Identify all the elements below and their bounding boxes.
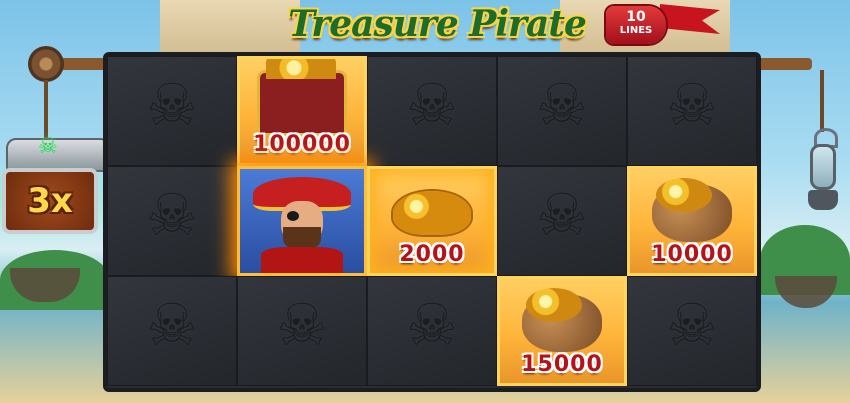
reel-cell-r1-c2: 100000 [237,56,367,166]
reel-cell-r1-c5: ☠ [627,56,757,166]
reel-cell-r3-c4: 15000 [497,276,627,386]
treasure-chest-icon [257,59,347,136]
skull-flag-icon: ☠ [666,290,718,359]
reel-cell-r2-c3: 2000 [367,166,497,276]
reel-cell-r3-c2: ☠ [237,276,367,386]
reel-cell-r1-c4: ☠ [497,56,627,166]
lines-label: LINES [619,25,653,36]
symbol-value: 2000 [399,242,465,267]
pulley-icon [28,46,64,82]
game-title: Treasure Pirate [288,3,587,45]
reel-cell-r3-c5: ☠ [627,276,757,386]
wooden-beam-right [752,58,812,70]
multiplier-display: 3x [2,168,98,234]
reel-cell-r2-c4: ☠ [497,166,627,276]
reel-cell-r1-c1: ☠ [107,56,237,166]
shipwreck-right [775,276,837,308]
reel-cell-r1-c3: ☠ [367,56,497,166]
reel-cell-r3-c3: ☠ [367,276,497,386]
skull-flag-icon: ☠ [536,180,588,249]
green-skull-icon: ☠ [38,134,58,159]
reel-cell-r2-c2 [237,166,367,276]
coin-bag-icon [652,177,732,242]
multiplier-hanger [6,138,110,172]
pirate-captain-icon [253,176,351,273]
skull-flag-icon: ☠ [146,180,198,249]
symbol-value: 10000 [651,242,733,267]
lines-badge: 10 LINES [606,6,666,44]
skull-flag-icon: ☠ [146,290,198,359]
reel-cell-r2-c5: 10000 [627,166,757,276]
coin-bag-icon [522,287,602,352]
rope-left [44,80,48,140]
skull-flag-icon: ☠ [406,70,458,139]
skull-flag-icon: ☠ [666,70,718,139]
symbol-value: 100000 [253,132,351,157]
skull-flag-icon: ☠ [536,70,588,139]
symbol-value: 15000 [521,352,603,377]
skull-flag-icon: ☠ [276,290,328,359]
reel-grid: ☠ 100000 ☠ ☠ ☠ ☠ 2000 ☠ 10000 ☠ ☠ ☠ 1500… [103,52,761,392]
rope-right [820,70,824,132]
reel-cell-r2-c1: ☠ [107,166,237,276]
wooden-beam-left [60,58,108,70]
reel-cell-r3-c1: ☠ [107,276,237,386]
lantern-icon [808,128,838,214]
gold-coins-icon [393,190,471,235]
skull-flag-icon: ☠ [406,290,458,359]
lines-count: 10 [626,9,646,25]
skull-flag-icon: ☠ [146,70,198,139]
